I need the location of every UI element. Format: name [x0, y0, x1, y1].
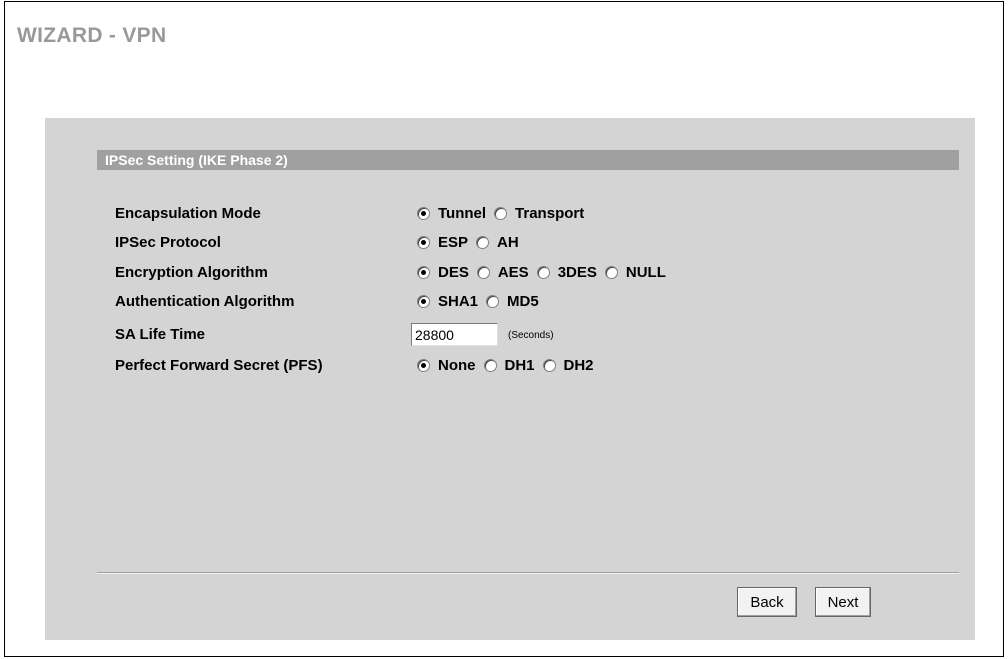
sa-lifetime-label: SA Life Time	[115, 326, 206, 343]
encryption-option-des[interactable]: DES	[417, 264, 469, 281]
pfs-radio-dh1[interactable]	[483, 358, 497, 372]
pfs-option-label: DH1	[504, 356, 535, 374]
pfs-option-label: None	[438, 356, 476, 374]
settings-panel: IPSec Setting (IKE Phase 2) Encapsulatio…	[45, 118, 975, 640]
protocol-option-label: AH	[497, 233, 519, 251]
pfs-radio-dh2[interactable]	[542, 358, 556, 372]
encryption-algorithm-label: Encryption Algorithm	[115, 264, 268, 281]
encapsulation-mode-label: Encapsulation Mode	[115, 205, 261, 222]
ipsec-protocol-options: ESP AH	[417, 231, 527, 253]
authentication-option-label: MD5	[507, 292, 539, 310]
authentication-option-sha1[interactable]: SHA1	[417, 293, 478, 310]
ipsec-protocol-label: IPSec Protocol	[115, 234, 221, 251]
sa-lifetime-input[interactable]	[411, 323, 498, 346]
encryption-option-label: 3DES	[557, 263, 597, 281]
pfs-option-none[interactable]: None	[417, 357, 476, 374]
authentication-option-md5[interactable]: MD5	[486, 293, 539, 310]
authentication-radio-md5[interactable]	[486, 294, 500, 308]
encryption-option-null[interactable]: NULL	[604, 263, 666, 281]
encapsulation-radio-tunnel[interactable]	[417, 206, 430, 220]
encryption-radio-des[interactable]	[417, 265, 430, 279]
section-header: IPSec Setting (IKE Phase 2)	[97, 150, 959, 170]
encapsulation-radio-transport[interactable]	[494, 206, 508, 220]
sa-lifetime-unit: (Seconds)	[508, 330, 554, 341]
encryption-option-label: NULL	[625, 263, 666, 281]
authentication-algorithm-row: Authentication Algorithm SHA1 MD5	[115, 290, 935, 312]
protocol-option-esp[interactable]: ESP	[417, 234, 468, 251]
pfs-label: Perfect Forward Secret (PFS)	[115, 357, 323, 374]
pfs-option-dh1[interactable]: DH1	[483, 356, 535, 374]
protocol-radio-esp[interactable]	[417, 235, 430, 249]
pfs-option-label: DH2	[563, 356, 594, 374]
encryption-option-3des[interactable]: 3DES	[536, 263, 597, 281]
encryption-option-label: DES	[438, 263, 469, 281]
encryption-option-label: AES	[497, 263, 529, 281]
next-button[interactable]: Next	[815, 587, 871, 617]
protocol-option-ah[interactable]: AH	[476, 234, 519, 251]
encapsulation-option-label: Tunnel	[438, 204, 487, 222]
wizard-frame: WIZARD - VPN IPSec Setting (IKE Phase 2)…	[4, 1, 1004, 657]
encryption-radio-3des[interactable]	[536, 265, 550, 279]
encryption-radio-aes[interactable]	[476, 265, 490, 279]
pfs-option-dh2[interactable]: DH2	[542, 356, 594, 374]
sa-lifetime-row: SA Life Time (Seconds)	[115, 323, 935, 346]
authentication-algorithm-label: Authentication Algorithm	[115, 293, 295, 310]
encapsulation-mode-options: Tunnel Transport	[417, 202, 592, 224]
section-title: IPSec Setting (IKE Phase 2)	[105, 152, 288, 168]
pfs-row: Perfect Forward Secret (PFS) None DH1 DH…	[115, 354, 935, 376]
encapsulation-option-transport[interactable]: Transport	[494, 205, 584, 222]
back-button[interactable]: Back	[737, 587, 797, 617]
authentication-option-label: SHA1	[438, 292, 479, 310]
pfs-options: None DH1 DH2	[417, 354, 602, 376]
footer-divider	[97, 572, 959, 574]
authentication-algorithm-options: SHA1 MD5	[417, 290, 547, 312]
protocol-option-label: ESP	[438, 233, 469, 251]
pfs-radio-none[interactable]	[417, 358, 430, 372]
encryption-option-aes[interactable]: AES	[476, 263, 529, 281]
page-title: WIZARD - VPN	[17, 24, 167, 47]
ipsec-protocol-row: IPSec Protocol ESP AH	[115, 231, 935, 253]
encryption-algorithm-options: DES AES 3DES NULL	[417, 261, 674, 283]
encryption-radio-null[interactable]	[604, 265, 618, 279]
encapsulation-option-label: Transport	[515, 204, 585, 222]
authentication-radio-sha1[interactable]	[417, 294, 430, 308]
protocol-radio-ah[interactable]	[476, 235, 490, 249]
encapsulation-option-tunnel[interactable]: Tunnel	[417, 205, 486, 222]
encryption-algorithm-row: Encryption Algorithm DES AES 3DES NULL	[115, 261, 935, 283]
encapsulation-mode-row: Encapsulation Mode Tunnel Transport	[115, 202, 935, 224]
